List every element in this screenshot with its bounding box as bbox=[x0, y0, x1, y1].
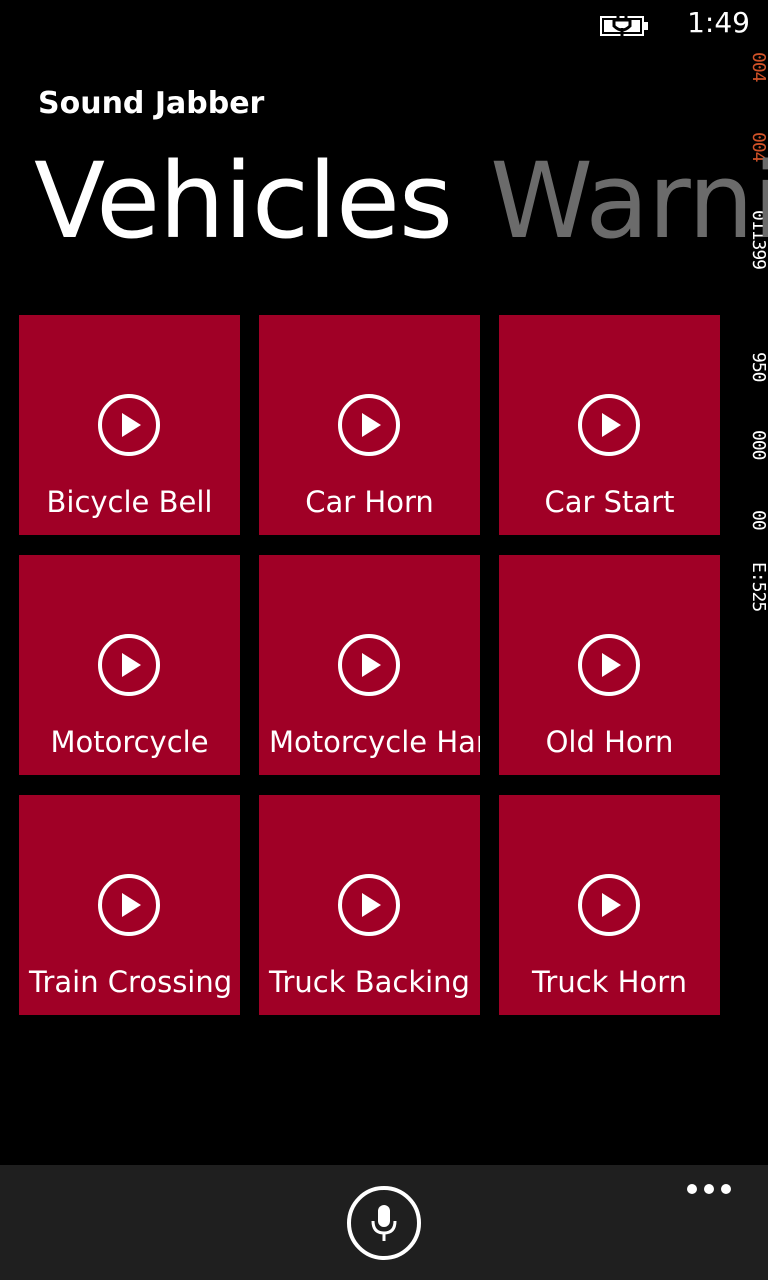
status-bar: 1:49 bbox=[0, 0, 768, 50]
sound-tile[interactable]: Car Horn bbox=[259, 315, 480, 535]
sound-tile[interactable]: Motorcycle Harley bbox=[259, 555, 480, 775]
more-options-button[interactable] bbox=[684, 1179, 734, 1199]
play-icon bbox=[578, 394, 640, 456]
tile-label: Motorcycle Harley bbox=[269, 725, 480, 759]
play-icon bbox=[578, 634, 640, 696]
counter: 950 bbox=[748, 352, 768, 382]
sound-tile[interactable]: Bicycle Bell bbox=[19, 315, 240, 535]
tile-label: Motorcycle bbox=[50, 725, 209, 759]
tile-label: Truck Horn bbox=[531, 965, 688, 999]
app-title: Sound Jabber bbox=[38, 86, 265, 121]
clock: 1:49 bbox=[687, 6, 750, 39]
tile-label: Bicycle Bell bbox=[46, 485, 213, 519]
microphone-button[interactable] bbox=[346, 1185, 422, 1261]
pivot-item-warning[interactable]: Warning bbox=[490, 136, 768, 266]
counter: 000 bbox=[748, 430, 768, 460]
play-icon bbox=[98, 874, 160, 936]
play-icon bbox=[338, 394, 400, 456]
play-icon bbox=[338, 634, 400, 696]
sound-tile[interactable]: Motorcycle bbox=[19, 555, 240, 775]
pivot-item-vehicles[interactable]: Vehicles bbox=[34, 136, 453, 266]
sound-tile[interactable]: Old Horn bbox=[499, 555, 720, 775]
counter: 00 bbox=[748, 510, 768, 530]
play-icon bbox=[98, 634, 160, 696]
counter: E:525 bbox=[748, 562, 768, 612]
tile-label: Old Horn bbox=[545, 725, 674, 759]
tile-label: Car Horn bbox=[305, 485, 434, 519]
pivot-header: Vehicles Warning bbox=[34, 136, 768, 266]
battery-charging-icon bbox=[600, 14, 648, 38]
tile-label: Truck Backing Up bbox=[269, 965, 480, 999]
sound-tile[interactable]: Train Crossing bbox=[19, 795, 240, 1015]
play-icon bbox=[578, 874, 640, 936]
tile-label: Car Start bbox=[544, 485, 675, 519]
sound-tile[interactable]: Truck Horn bbox=[499, 795, 720, 1015]
play-icon bbox=[98, 394, 160, 456]
counter: 004 bbox=[748, 52, 768, 82]
tile-label: Train Crossing bbox=[29, 965, 233, 999]
sound-tile[interactable]: Truck Backing Up bbox=[259, 795, 480, 1015]
app-bar bbox=[0, 1165, 768, 1280]
microphone-icon bbox=[371, 1205, 397, 1241]
play-icon bbox=[338, 874, 400, 936]
sound-tile[interactable]: Car Start bbox=[499, 315, 720, 535]
ellipsis-icon bbox=[687, 1184, 731, 1194]
